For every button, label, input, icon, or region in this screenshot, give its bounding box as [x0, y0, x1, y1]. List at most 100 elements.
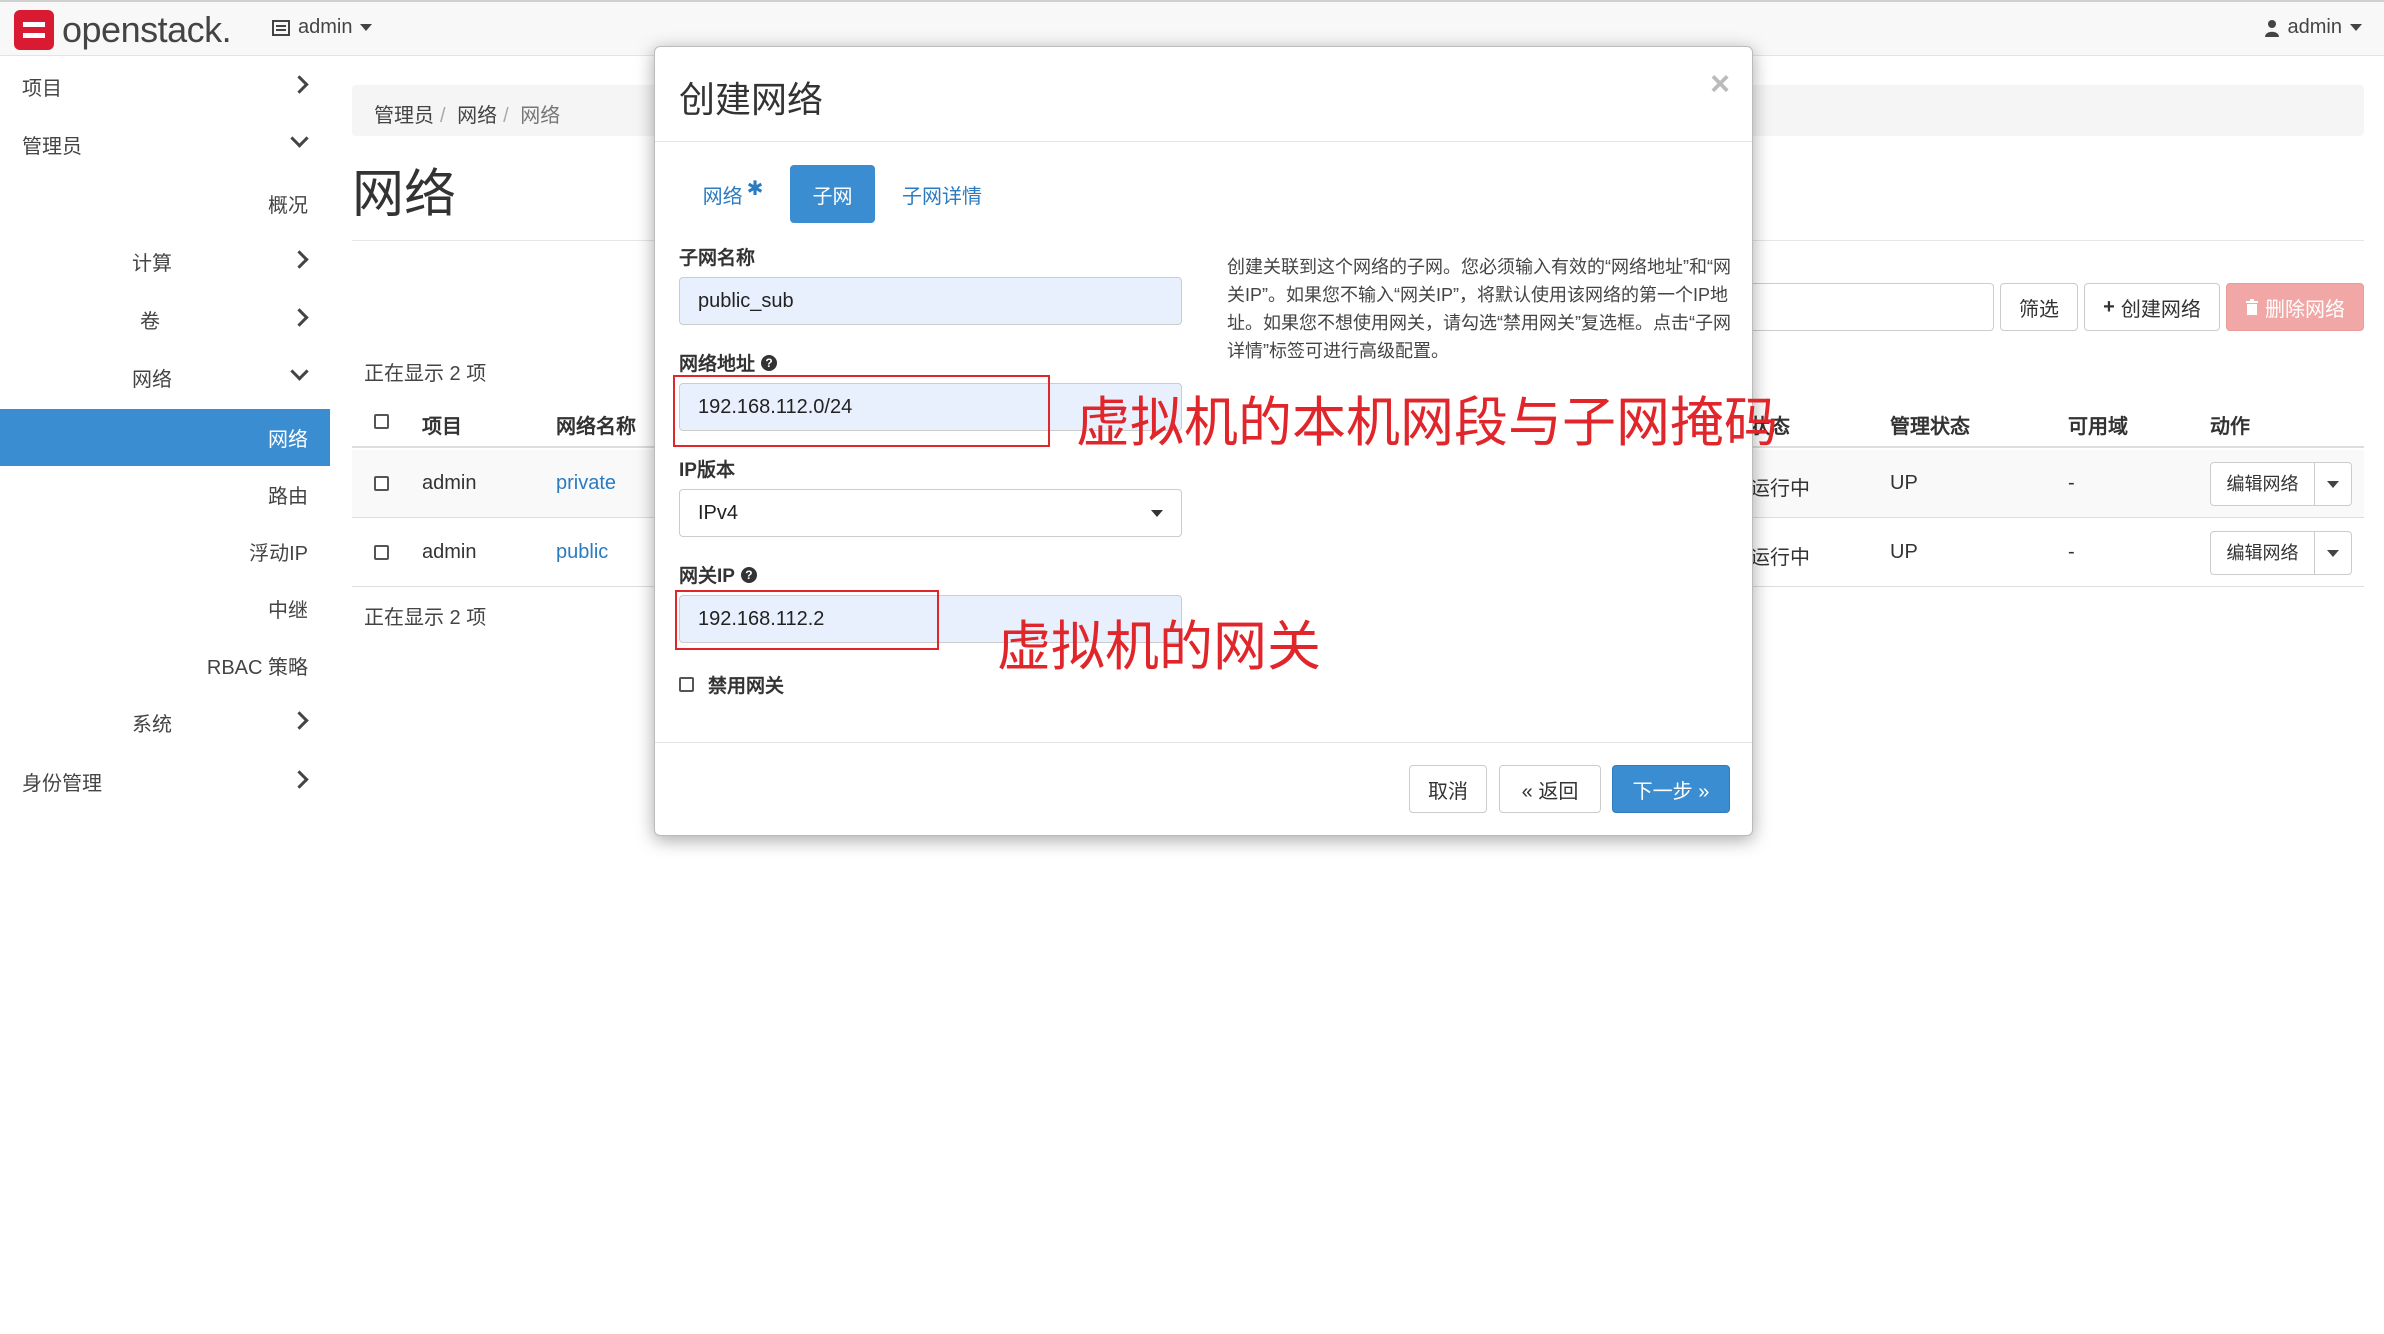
question-circle-icon[interactable]: ? — [740, 566, 757, 583]
chevron-down-icon — [2327, 480, 2339, 488]
tab-label: 子网 — [812, 185, 853, 208]
cell-project: admin — [422, 541, 477, 563]
project-list-icon — [272, 19, 290, 36]
logo-text: openstack. — [62, 9, 232, 50]
delete-network-label: 删除网络 — [2265, 298, 2345, 321]
user-icon — [2264, 19, 2279, 37]
create-network-button[interactable]: + 创建网络 — [2084, 283, 2220, 331]
column-header-project[interactable]: 项目 — [422, 410, 462, 439]
chevron-right-icon — [290, 711, 309, 730]
cell-availability-zone: - — [2068, 472, 2075, 494]
filter-button[interactable]: 筛选 — [2000, 283, 2078, 331]
item-count-bottom: 正在显示 2 项 — [364, 607, 487, 629]
column-header-admin-state[interactable]: 管理状态 — [1890, 410, 1970, 439]
project-name: admin — [298, 16, 353, 38]
cell-status: 运行中 — [1750, 547, 1810, 569]
ip-version-select[interactable]: IPv4 — [679, 489, 1182, 537]
annotation-box-network-address — [673, 375, 1050, 447]
subnet-name-label: 子网名称 — [679, 243, 755, 270]
modal-title: 创建网络 — [679, 79, 824, 120]
help-text: 创建关联到这个网络的子网。您必须输入有效的“网络地址”和“网关IP”。如果您不输… — [1227, 257, 1731, 361]
breadcrumb-item-admin[interactable]: 管理员 — [374, 105, 434, 127]
question-circle-icon[interactable]: ? — [761, 354, 778, 371]
cell-project: admin — [422, 472, 477, 494]
row-actions-dropdown[interactable] — [2315, 549, 2351, 557]
field-label-text: 网关IP — [679, 566, 735, 587]
sidebar-item-rbac-policies[interactable]: RBAC 策略 — [207, 651, 308, 680]
column-header-network-name[interactable]: 网络名称 — [556, 410, 636, 439]
edit-network-label: 编辑网络 — [2211, 532, 2315, 574]
sidebar-item-project[interactable]: 项目 — [22, 72, 330, 102]
sidebar-item-label: 路由 — [268, 486, 308, 508]
tab-label: 网络 — [702, 185, 743, 208]
select-value: IPv4 — [698, 501, 739, 524]
edit-network-button[interactable]: 编辑网络 — [2210, 462, 2352, 506]
item-count-top: 正在显示 2 项 — [364, 363, 487, 385]
tab-subnet[interactable]: 子网 — [790, 165, 875, 223]
sidebar-item-label: 中继 — [268, 600, 308, 622]
sidebar-item-label: 概况 — [268, 195, 308, 217]
edit-network-button[interactable]: 编辑网络 — [2210, 531, 2352, 575]
sidebar-item-overview[interactable]: 概况 — [268, 189, 308, 218]
sidebar-item-compute[interactable]: 计算 — [132, 247, 330, 277]
cell-network-name-link[interactable]: public — [556, 541, 608, 564]
cell-status: 运行中 — [1750, 478, 1810, 500]
sidebar-item-identity[interactable]: 身份管理 — [22, 767, 330, 797]
field-label-text: IP版本 — [679, 460, 735, 481]
sidebar-item-networks[interactable]: 网络 — [268, 423, 308, 452]
project-switcher[interactable]: admin — [272, 16, 373, 39]
back-button[interactable]: « 返回 — [1499, 765, 1601, 813]
close-icon[interactable]: × — [1710, 65, 1730, 104]
breadcrumb-item-network[interactable]: 网络 — [457, 105, 497, 127]
cancel-label: 取消 — [1428, 780, 1468, 803]
tab-network[interactable]: 网络 ✱ — [679, 165, 787, 223]
row-checkbox[interactable] — [374, 476, 389, 491]
row-checkbox[interactable] — [374, 545, 389, 560]
disable-gateway-row[interactable]: 禁用网关 — [679, 671, 784, 698]
select-all-checkbox[interactable] — [374, 414, 389, 429]
cancel-button[interactable]: 取消 — [1409, 765, 1487, 813]
filter-button-label: 筛选 — [2019, 298, 2059, 321]
sidebar-item-floating-ips[interactable]: 浮动IP — [249, 537, 308, 566]
plus-icon: + — [2103, 295, 2115, 318]
breadcrumb-item-current: 网络 — [520, 105, 561, 127]
divider — [655, 742, 1752, 743]
tab-subnet-details[interactable]: 子网详情 — [887, 165, 997, 223]
sidebar-item-routers[interactable]: 路由 — [268, 480, 308, 509]
sidebar-item-label: 网络 — [268, 429, 308, 451]
sidebar-item-trunks[interactable]: 中继 — [268, 594, 308, 623]
disable-gateway-checkbox[interactable] — [679, 677, 694, 692]
cell-admin-state: UP — [1890, 472, 1918, 494]
chevron-right-icon — [290, 770, 309, 789]
back-label: « 返回 — [1521, 780, 1579, 803]
sidebar-item-admin[interactable]: 管理员 — [22, 129, 330, 160]
ip-version-label: IP版本 — [679, 455, 735, 482]
next-button[interactable]: 下一步 » — [1612, 765, 1730, 813]
cell-network-name-link[interactable]: private — [556, 472, 616, 495]
field-label-text: 子网名称 — [679, 248, 756, 269]
sidebar-item-label: 项目 — [22, 78, 62, 100]
trash-icon — [2246, 299, 2258, 315]
sidebar-item-volumes[interactable]: 卷 — [140, 305, 330, 335]
openstack-logo-icon — [14, 10, 54, 50]
openstack-logo[interactable]: openstack. — [14, 9, 232, 50]
sidebar-item-label: 管理员 — [22, 136, 82, 158]
subnet-name-input[interactable]: public_sub — [679, 277, 1182, 325]
user-menu[interactable]: admin — [2264, 16, 2362, 39]
sidebar-item-label: 身份管理 — [22, 773, 102, 795]
column-header-availability-zone[interactable]: 可用域 — [2068, 410, 2128, 439]
breadcrumb-separator: / — [440, 105, 446, 127]
chevron-right-icon — [290, 308, 309, 327]
delete-network-button[interactable]: 删除网络 — [2226, 283, 2364, 331]
disable-gateway-label: 禁用网关 — [708, 676, 785, 697]
chevron-down-icon — [2350, 24, 2362, 31]
annotation-gateway-note: 虚拟机的网关 — [997, 617, 1321, 677]
input-value: public_sub — [698, 289, 794, 312]
row-actions-dropdown[interactable] — [2315, 480, 2351, 488]
sidebar-item-system[interactable]: 系统 — [132, 708, 330, 738]
sidebar-item-network-group[interactable]: 网络 — [132, 362, 330, 393]
chevron-right-icon — [290, 75, 309, 94]
sidebar-item-label: 卷 — [140, 311, 160, 333]
annotation-network-note: 虚拟机的本机网段与子网掩码 — [1076, 393, 1778, 453]
required-icon: ✱ — [746, 177, 764, 200]
